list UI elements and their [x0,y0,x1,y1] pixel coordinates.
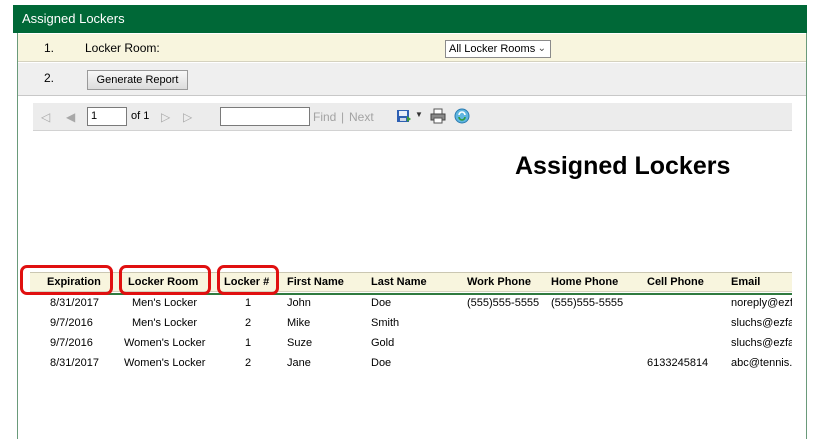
locker-room-select-value: All Locker Rooms [449,43,536,55]
table-cell: sluchs@ezfa [731,317,795,329]
toolbar-separator: | [341,110,345,124]
table-cell: Gold [371,337,395,349]
table-cell: 8/31/2017 [50,297,99,309]
table-cell: abc@tennis. [731,357,793,369]
table-cell: 9/7/2016 [50,337,93,349]
table-cell: 2 [245,357,252,369]
table-cell: Doe [371,357,392,369]
table-cell: Jane [287,357,311,369]
table-cell: John [287,297,311,309]
table-cell: Men's Locker [132,297,198,309]
next-link[interactable]: Next [349,110,374,124]
print-icon[interactable] [430,108,446,127]
table-cell: 9/7/2016 [50,317,93,329]
find-link[interactable]: Find [313,110,336,124]
table-cell: 1 [245,337,252,349]
table-cell: Women's Locker [124,337,206,349]
column-header-last-name[interactable]: Last Name [371,276,427,288]
table-cell: 8/31/2017 [50,357,99,369]
page-header: Assigned Lockers [13,5,807,33]
page-count: of 1 [131,110,150,122]
table-cell: Women's Locker [124,357,206,369]
highlight-locker-room [119,265,211,295]
refresh-icon[interactable] [454,108,470,127]
highlight-expiration [20,265,113,295]
next-page-icon[interactable]: ▷ [161,110,170,124]
table-cell: sluchs@ezfa [731,337,795,349]
locker-room-select[interactable]: All Locker Rooms ⌄ [445,40,551,58]
locker-room-label: Locker Room: [85,41,160,55]
previous-page-icon[interactable]: ◀ [66,110,75,124]
table-cell: Suze [287,337,313,349]
table-cell: (555)555-5555 [467,297,540,309]
last-page-icon[interactable]: ▷​ [183,110,192,124]
table-cell: 1 [245,297,252,309]
table-cell: Men's Locker [132,317,198,329]
report-title: Assigned Lockers [515,152,731,180]
column-header-work-phone[interactable]: Work Phone [467,276,531,288]
export-icon[interactable] [396,108,412,127]
table-cell: noreply@ezf [731,297,793,309]
column-header-cell-phone[interactable]: Cell Phone [647,276,704,288]
table-cell: Smith [371,317,400,329]
first-page-icon[interactable]: ◁​ [41,110,50,124]
column-header-first-name[interactable]: First Name [287,276,344,288]
table-cell: (555)555-5555 [551,297,624,309]
table-cell: Doe [371,297,392,309]
highlight-locker-number [217,265,279,295]
generate-report-button[interactable]: Generate Report [87,70,188,90]
report-clip-edge [792,265,806,385]
step-1-number: 1. [44,41,55,55]
column-header-home-phone[interactable]: Home Phone [551,276,618,288]
column-header-email[interactable]: Email [731,276,760,288]
page-number-input[interactable]: 1 [87,107,127,126]
export-dropdown-icon[interactable]: ▼ [415,110,423,119]
table-cell: 6133245814 [647,357,709,369]
find-input[interactable] [220,107,310,126]
table-cell: Mike [287,317,311,329]
table-cell: 2 [245,317,252,329]
chevron-down-icon: ⌄ [537,43,546,54]
step-2-number: 2. [44,71,55,85]
